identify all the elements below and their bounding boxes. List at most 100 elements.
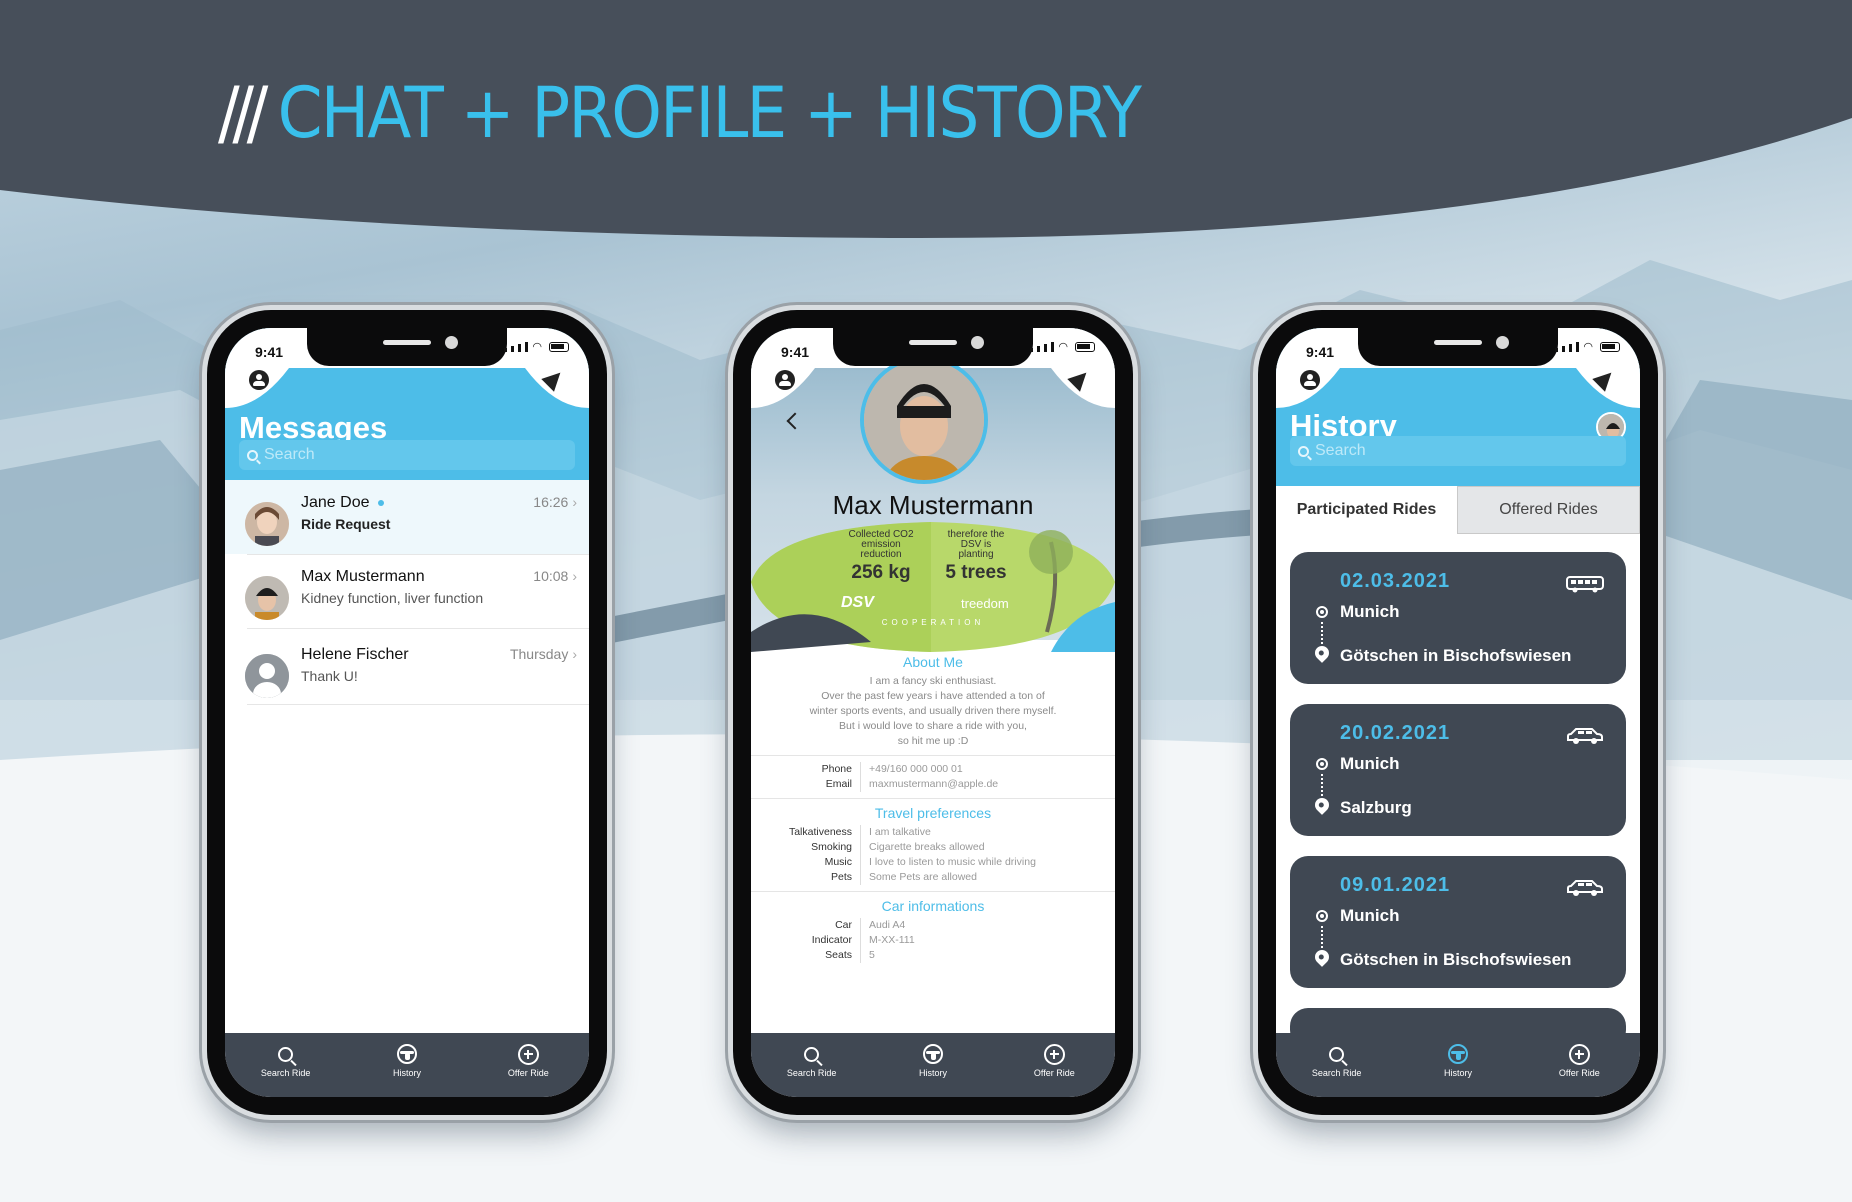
tab-offered-rides[interactable]: Offered Rides — [1457, 486, 1640, 534]
about-line: so hit me up :D — [897, 735, 969, 747]
plus-circle-icon — [1568, 1043, 1590, 1065]
location-pin-icon — [1312, 947, 1332, 967]
tab-history[interactable]: History — [367, 1043, 447, 1078]
plus-circle-icon — [1043, 1043, 1065, 1065]
contact-phone: Phone +49/160 000 000 01 — [751, 762, 1115, 777]
tab-participated-rides[interactable]: Participated Rides — [1276, 486, 1457, 534]
ride-from: Munich — [1340, 906, 1400, 925]
treedom-logo: treedom — [961, 596, 1009, 611]
tab-history[interactable]: History — [893, 1043, 973, 1078]
tab-bar: Search Ride History Offer Ride — [225, 1033, 589, 1097]
eco-collected-value: 256 kg — [851, 562, 911, 583]
tab-label: Offer Ride — [1033, 1068, 1075, 1078]
tab-label: History — [918, 1068, 947, 1078]
chevron-right-icon: › — [572, 494, 577, 510]
status-time: 9:41 — [781, 344, 810, 360]
search-icon — [804, 1046, 820, 1062]
about-line: But i would love to share a ride with yo… — [839, 720, 1027, 732]
search-icon — [278, 1046, 294, 1062]
tab-offer-ride[interactable]: Offer Ride — [1014, 1043, 1094, 1078]
car-icon — [1567, 728, 1603, 744]
car-indicator: Indicator M-XX-111 — [751, 933, 1115, 948]
ride-date: 20.02.2021 — [1340, 722, 1451, 744]
steering-wheel-icon — [396, 1044, 417, 1064]
page-title: ///CHAT + PROFILE + HISTORY — [218, 72, 1142, 154]
tab-offer-ride[interactable]: Offer Ride — [1539, 1043, 1619, 1078]
dsv-logo: DSV — [841, 594, 874, 611]
tab-label: Offer Ride — [507, 1068, 549, 1078]
travel-talkativeness: Talkativeness I am talkative — [751, 825, 1115, 840]
chat-preview: Thank U! — [301, 668, 358, 684]
car-title: Car informations — [881, 898, 985, 914]
travel-smoking: Smoking Cigarette breaks allowed — [751, 840, 1115, 855]
chat-time: Thursday — [509, 646, 569, 662]
eco-collected-label: Collected CO2 emission reduction — [848, 529, 914, 560]
travel-pets: Pets Some Pets are allowed — [751, 870, 1115, 885]
tab-label: History — [1443, 1068, 1472, 1078]
chat-item-jane-doe[interactable]: Jane Doe Ride Request 16:26 › — [225, 480, 589, 554]
search-input[interactable]: Search — [1290, 436, 1626, 466]
ride-card[interactable]: 20.02.2021 Munich Salzburg — [1290, 704, 1626, 836]
tab-label: History — [392, 1068, 421, 1078]
tab-search-ride[interactable]: Search Ride — [772, 1043, 852, 1078]
ride-card[interactable]: 09.01.2021 Munich Götschen in Bischofswi… — [1290, 856, 1626, 988]
chat-preview: Kidney function, liver function — [301, 590, 484, 606]
plus-circle-icon — [517, 1043, 539, 1065]
cooperation-label: COOPERATION — [881, 618, 985, 627]
chat-time: 10:08 — [533, 568, 569, 584]
tab-search-ride[interactable]: Search Ride — [246, 1043, 326, 1078]
phone-messages: 9:41 ◠ Messages Search Jane Doe Ride Req… — [207, 310, 607, 1115]
eco-therefore-label: therefore the DSV is planting — [947, 529, 1005, 560]
tab-offer-ride[interactable]: Offer Ride — [488, 1043, 568, 1078]
search-icon — [1298, 445, 1309, 457]
search-input[interactable]: Search — [239, 440, 575, 470]
location-pin-icon — [1312, 795, 1332, 815]
tab-bar: Search Ride History Offer Ride — [751, 1033, 1115, 1097]
tab-label: Search Ride — [786, 1068, 837, 1078]
avatar — [245, 576, 289, 620]
about-line: I am a fancy ski enthusiast. — [869, 675, 997, 687]
tab-label: Search Ride — [1311, 1068, 1362, 1078]
unread-dot — [377, 500, 384, 506]
profile-icon[interactable] — [1300, 370, 1320, 390]
car-seats: Seats 5 — [751, 948, 1115, 963]
chat-name: Max Mustermann — [301, 568, 425, 585]
chat-name: Jane Doe — [301, 494, 370, 511]
ride-to: Salzburg — [1340, 798, 1412, 817]
tab-search-ride[interactable]: Search Ride — [1297, 1043, 1377, 1078]
chat-name: Helene Fischer — [301, 646, 409, 663]
travel-title: Travel preferences — [874, 805, 992, 821]
bus-icon — [1566, 576, 1604, 593]
status-icons: ◠ — [1555, 342, 1620, 353]
rides-segmented-control: Participated Rides Offered Rides — [1276, 486, 1640, 534]
profile-icon[interactable] — [775, 370, 795, 390]
ride-date: 09.01.2021 — [1340, 874, 1451, 896]
profile-icon[interactable] — [249, 370, 269, 390]
origin-icon — [1316, 910, 1328, 922]
origin-icon — [1316, 606, 1328, 618]
contact-email[interactable]: Email maxmustermann@apple.de — [751, 777, 1115, 792]
search-placeholder: Search — [1315, 442, 1366, 459]
ride-card[interactable]: 02.03.2021 Munich Götschen in Bischofswi… — [1290, 552, 1626, 684]
status-time: 9:41 — [255, 344, 284, 360]
about-title: About Me — [903, 654, 963, 670]
search-placeholder: Search — [264, 446, 315, 463]
origin-icon — [1316, 758, 1328, 770]
car-icon — [1567, 880, 1603, 896]
tab-history[interactable]: History — [1418, 1043, 1498, 1078]
steering-wheel-icon — [922, 1044, 943, 1064]
chat-item-max-mustermann[interactable]: Max Mustermann Kidney function, liver fu… — [225, 554, 589, 628]
chat-item-helene-fischer[interactable]: Helene Fischer Thank U! Thursday › — [225, 632, 589, 706]
about-line: winter sports events, and usually driven… — [809, 705, 1057, 717]
location-pin-icon — [1312, 643, 1332, 663]
ride-to: Götschen in Bischofswiesen — [1340, 950, 1572, 969]
eco-trees-value: 5 trees — [945, 562, 1007, 583]
search-icon — [247, 449, 258, 461]
ride-from: Munich — [1340, 754, 1400, 773]
steering-wheel-icon — [1447, 1044, 1468, 1064]
profile-name: Max Mustermann — [832, 490, 1034, 520]
phone-profile: 9:41 ◠ Max Mustermann Collected CO2 emis… — [733, 310, 1133, 1115]
notch — [1358, 328, 1558, 366]
chevron-right-icon: › — [572, 568, 577, 584]
notch — [307, 328, 507, 366]
